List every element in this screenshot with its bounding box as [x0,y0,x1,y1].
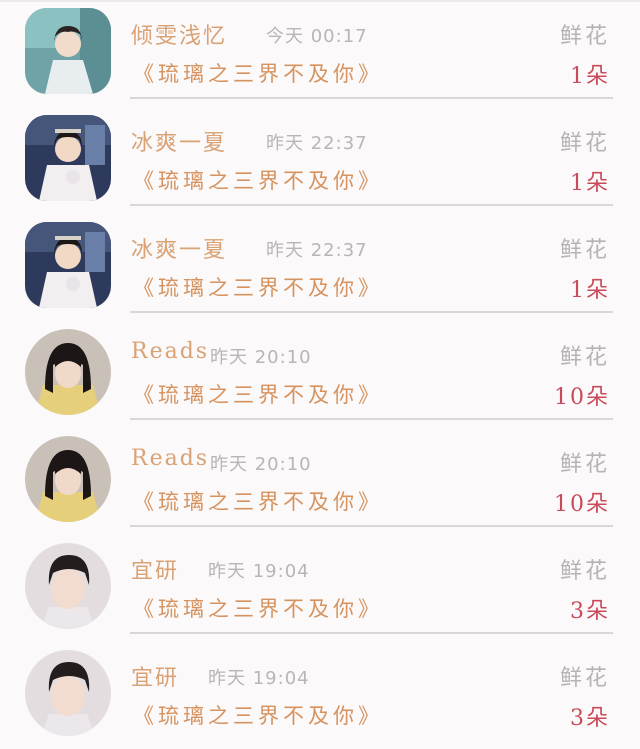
row-divider [130,525,613,527]
gift-count: 1朵 [570,278,610,303]
user-name[interactable]: Reads [131,339,209,364]
avatar-guqing-icon [25,8,111,94]
avatar[interactable] [25,543,111,629]
list-item[interactable]: Reads 昨天 20:10 《琉璃之三界不及你》 鲜花 10朵 [0,321,640,428]
avatar[interactable] [25,329,111,415]
gift-type: 鲜花 [559,666,610,691]
gift-type: 鲜花 [559,559,610,584]
book-title[interactable]: 《琉璃之三界不及你》 [133,700,383,730]
gift-type: 鲜花 [559,131,610,156]
book-title[interactable]: 《琉璃之三界不及你》 [133,58,383,88]
timestamp: 昨天 22:37 [266,133,368,154]
gift-count: 10朵 [554,492,610,517]
timestamp: 昨天 20:10 [210,454,312,475]
book-title[interactable]: 《琉璃之三界不及你》 [133,379,383,409]
user-name[interactable]: 冰爽一夏 [131,125,227,157]
list-item[interactable]: Reads 昨天 20:10 《琉璃之三界不及你》 鲜花 10朵 [0,428,640,535]
gift-count: 3朵 [570,706,610,731]
gift-count: 3朵 [570,599,610,624]
row-divider [130,632,613,634]
avatar-girl-icon [25,329,111,415]
user-name[interactable]: 宜研 [131,553,179,585]
gift-type: 鲜花 [559,238,610,263]
avatar[interactable] [25,436,111,522]
gift-type: 鲜花 [559,24,610,49]
book-title[interactable]: 《琉璃之三界不及你》 [133,165,383,195]
avatar[interactable] [25,650,111,736]
avatar-boy-icon [25,650,111,736]
avatar-cosplay-icon [25,115,111,201]
row-divider [130,418,613,420]
list-item[interactable]: 宜研 昨天 19:04 《琉璃之三界不及你》 鲜花 3朵 [0,535,640,642]
timestamp: 昨天 20:10 [210,347,312,368]
avatar[interactable] [25,8,111,94]
gift-count: 10朵 [554,385,610,410]
timestamp: 今天 00:17 [266,26,368,47]
book-title[interactable]: 《琉璃之三界不及你》 [133,593,383,623]
list-item[interactable]: 冰爽一夏 昨天 22:37 《琉璃之三界不及你》 鲜花 1朵 [0,107,640,214]
user-name[interactable]: Reads [131,446,209,471]
list-item[interactable]: 倾雯浅忆 今天 00:17 《琉璃之三界不及你》 鲜花 1朵 [0,0,640,107]
book-title[interactable]: 《琉璃之三界不及你》 [133,486,383,516]
avatar-boy-icon [25,543,111,629]
avatar[interactable] [25,222,111,308]
row-divider [130,311,613,313]
book-title[interactable]: 《琉璃之三界不及你》 [133,272,383,302]
avatar-cosplay-icon [25,222,111,308]
gift-type: 鲜花 [559,452,610,477]
user-name[interactable]: 宜研 [131,660,179,692]
row-divider [130,204,613,206]
gift-count: 1朵 [570,171,610,196]
list-item[interactable]: 宜研 昨天 19:04 《琉璃之三界不及你》 鲜花 3朵 [0,642,640,749]
row-divider [130,97,613,99]
user-name[interactable]: 冰爽一夏 [131,232,227,264]
gift-type: 鲜花 [559,345,610,370]
avatar[interactable] [25,115,111,201]
avatar-girl-icon [25,436,111,522]
timestamp: 昨天 19:04 [208,561,310,582]
gift-record-list: 倾雯浅忆 今天 00:17 《琉璃之三界不及你》 鲜花 1朵 冰爽一夏 昨天 2… [0,0,640,745]
timestamp: 昨天 19:04 [208,668,310,689]
timestamp: 昨天 22:37 [266,240,368,261]
gift-count: 1朵 [570,64,610,89]
user-name[interactable]: 倾雯浅忆 [131,18,227,50]
list-item[interactable]: 冰爽一夏 昨天 22:37 《琉璃之三界不及你》 鲜花 1朵 [0,214,640,321]
